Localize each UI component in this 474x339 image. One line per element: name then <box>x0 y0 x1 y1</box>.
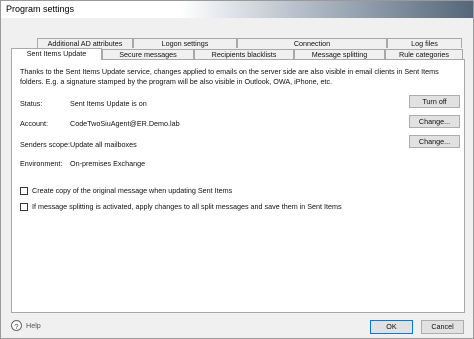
copy-original-message-checkbox[interactable] <box>20 186 28 195</box>
description-text: Thanks to the Sent Items Update service,… <box>20 67 439 86</box>
environment-label: Environment: <box>20 159 63 168</box>
copy-original-message-checkbox-row[interactable]: Create copy of the original message when… <box>20 186 232 195</box>
tab-message-splitting[interactable]: Message splitting <box>294 49 385 59</box>
window-title: Program settings <box>6 4 75 14</box>
copy-original-message-label[interactable]: Create copy of the original message when… <box>32 186 232 195</box>
tab-rule-categories[interactable]: Rule categories <box>385 49 463 59</box>
change-senders-scope-button[interactable]: Change... <box>409 135 460 148</box>
cancel-button[interactable]: Cancel <box>421 320 464 334</box>
title-bar[interactable]: Program settings <box>1 1 473 18</box>
tab-logon-settings[interactable]: Logon settings <box>133 38 237 48</box>
status-value: Sent Items Update is on <box>70 99 147 108</box>
senders-scope-label: Senders scope: <box>20 140 70 149</box>
account-label: Account: <box>20 119 48 128</box>
sent-items-update-panel: Thanks to the Sent Items Update service,… <box>11 59 465 313</box>
split-messages-checkbox-row[interactable]: If message splitting is activated, apply… <box>20 202 342 211</box>
split-messages-label[interactable]: If message splitting is activated, apply… <box>32 202 342 211</box>
tab-additional-ad-attributes[interactable]: Additional AD attributes <box>37 38 133 48</box>
turn-off-button[interactable]: Turn off <box>409 95 460 108</box>
tab-connection[interactable]: Connection <box>237 38 387 48</box>
change-account-button[interactable]: Change... <box>409 115 460 128</box>
status-label: Status: <box>20 99 43 108</box>
senders-scope-value: Update all mailboxes <box>70 140 137 149</box>
tab-sent-items-update[interactable]: Sent Items Update <box>11 48 102 60</box>
tab-recipients-blacklists[interactable]: Recipients blacklists <box>194 49 294 59</box>
help-icon[interactable]: ? <box>11 320 22 331</box>
ok-button[interactable]: OK <box>370 320 413 334</box>
tab-log-files[interactable]: Log files <box>387 38 462 48</box>
tab-secure-messages[interactable]: Secure messages <box>102 49 194 59</box>
help-label[interactable]: Help <box>26 321 41 330</box>
environment-value: On-premises Exchange <box>70 159 146 168</box>
help-link[interactable]: ? Help <box>11 320 41 331</box>
split-messages-checkbox[interactable] <box>20 202 28 211</box>
account-value: CodeTwoSiuAgent@ER.Demo.lab <box>70 119 180 128</box>
program-settings-window: Program settings Additional AD attribute… <box>0 0 474 339</box>
